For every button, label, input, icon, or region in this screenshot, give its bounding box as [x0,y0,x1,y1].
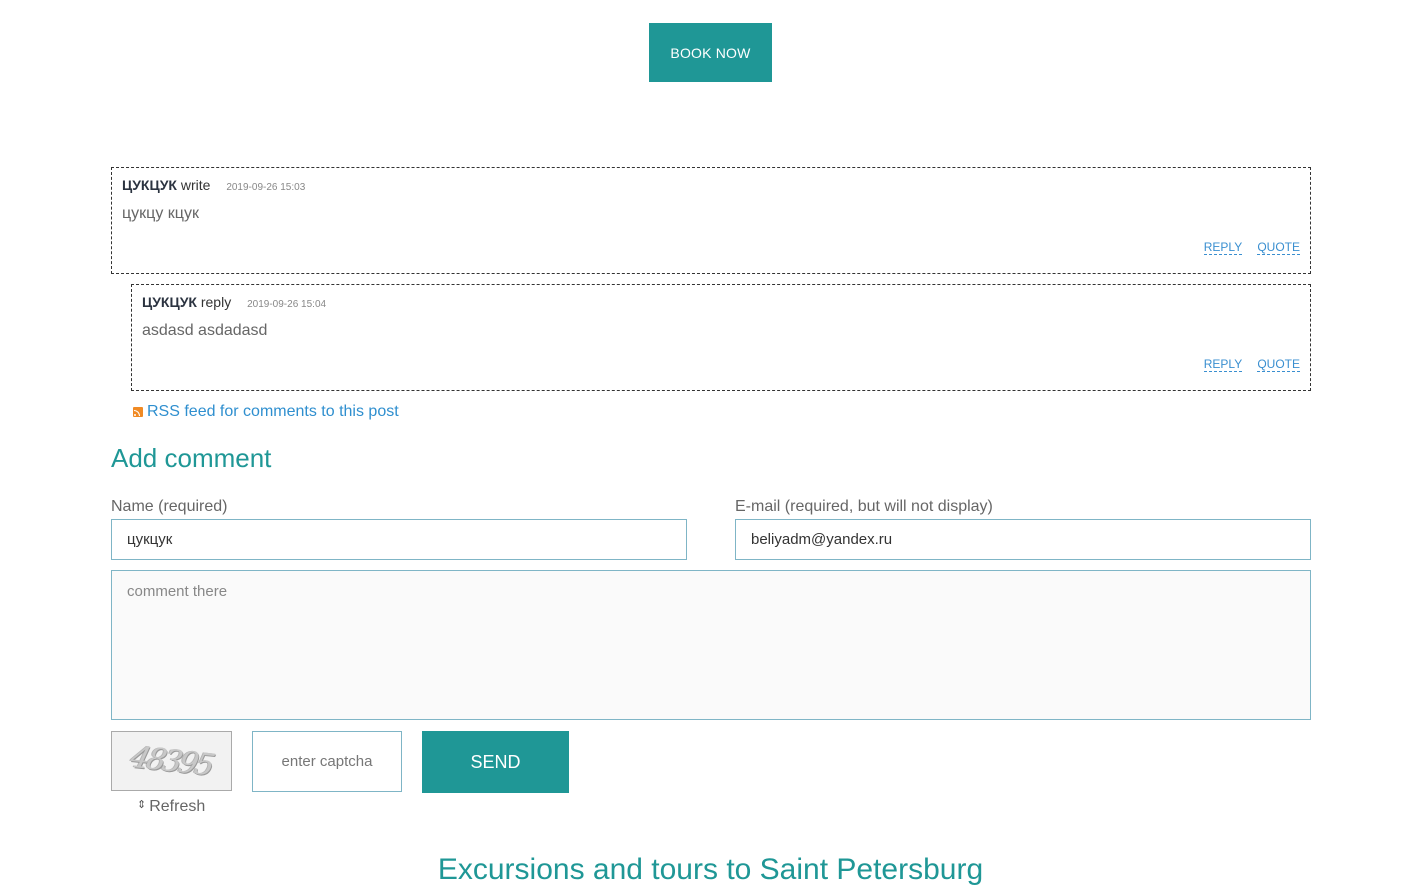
captcha-code: 48395 [127,739,216,783]
footer-title: Excursions and tours to Saint Petersburg [437,853,984,886]
rss-icon [133,407,143,417]
comment-item: ЦУКЦУК write 2019-09-26 15:03 цукцу кцук… [111,167,1311,274]
captcha-image: 48395 [111,731,232,791]
book-now-button[interactable]: BOOK NOW [649,23,772,82]
quote-link[interactable]: QUOTE [1257,240,1300,255]
comment-verb: write [180,177,211,193]
email-input[interactable] [735,519,1311,560]
comment-actions: REPLY QUOTE [1192,357,1300,372]
quote-link[interactable]: QUOTE [1257,357,1300,372]
comment-header: ЦУКЦУК write 2019-09-26 15:03 [122,177,305,193]
comment-header: ЦУКЦУК reply 2019-09-26 15:04 [142,294,326,310]
email-label: E-mail (required, but will not display) [735,498,993,515]
captcha-refresh-link[interactable]: ⇕ Refresh [137,798,205,816]
name-input[interactable] [111,519,687,560]
comment-actions: REPLY QUOTE [1192,240,1300,255]
comment-textarea[interactable] [111,570,1311,720]
captcha-input[interactable] [252,731,402,792]
name-label: Name (required) [111,498,228,515]
comment-body: asdasd asdadasd [142,322,268,339]
reply-link[interactable]: REPLY [1203,357,1242,372]
rss-feed-label: RSS feed for comments to this post [147,403,399,420]
refresh-label: Refresh [149,798,206,815]
add-comment-title: Add comment [111,443,272,473]
send-button[interactable]: SEND [422,731,569,793]
rss-feed-link[interactable]: RSS feed for comments to this post [133,403,399,421]
comment-date: 2019-09-26 15:03 [226,182,306,193]
comment-reply-item: ЦУКЦУК reply 2019-09-26 15:04 asdasd asd… [131,284,1311,391]
reply-link[interactable]: REPLY [1203,240,1242,255]
comment-date: 2019-09-26 15:04 [247,299,327,310]
comment-verb: reply [200,294,232,310]
comment-body: цукцу кцук [122,205,199,222]
refresh-icon: ⇕ [137,798,147,811]
comment-author: ЦУКЦУК [122,177,177,193]
comment-author: ЦУКЦУК [142,294,197,310]
